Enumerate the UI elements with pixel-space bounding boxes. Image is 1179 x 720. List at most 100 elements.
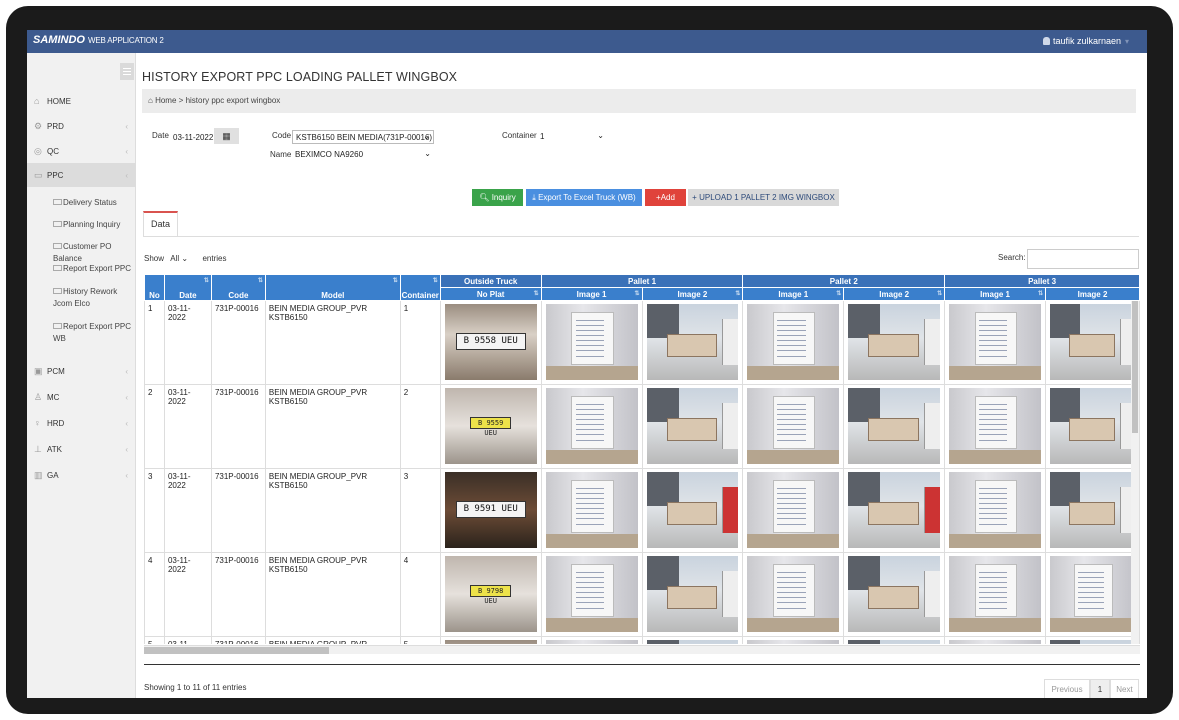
code-select[interactable]: KSTB6150 BEIN MEDIA(731P-00016) ⌄ [292,130,434,144]
col-model[interactable]: Model ⇅ [264,274,401,301]
menu-toggle-icon[interactable] [120,63,134,80]
date-input[interactable]: 03-11-2022 [170,131,214,145]
cell-pallet-photo[interactable] [843,384,946,469]
cell-pallet-photo[interactable] [540,300,643,385]
cell-plate-photo[interactable] [439,636,542,644]
tab-data[interactable]: Data [143,211,178,236]
entries-select[interactable]: All ⌄ [166,254,200,263]
cell-pallet-photo[interactable] [641,468,744,553]
cell-pallet-photo[interactable] [843,300,946,385]
brand-logo[interactable]: SAMINDO WEB APPLICATION 2 [33,34,164,46]
pallet-photo[interactable] [747,556,840,632]
pallet-photo[interactable] [646,304,739,380]
col-p1-image2[interactable]: Image 2 ⇅ [641,287,744,301]
col-p2-image2[interactable]: Image 2 ⇅ [843,287,946,301]
pallet-photo[interactable] [747,388,840,464]
name-select[interactable]: BEXIMCO NA9260 ⌄ [292,148,434,162]
pagination-page-1[interactable]: 1 [1090,679,1110,698]
sidebar-item-ppc[interactable]: ▭ PPC ‹ [27,163,136,187]
cell-pallet-photo[interactable] [540,384,643,469]
export-excel-button[interactable]: ⤓ Export To Excel Truck (WB) [526,189,642,206]
pallet-photo[interactable] [949,388,1042,464]
truck-plate-photo[interactable]: B 9558 UEU [444,304,537,380]
calendar-icon[interactable]: ▦ [214,128,239,144]
pallet-photo[interactable] [646,472,739,548]
cell-plate-photo[interactable]: B 9798 UEU [439,552,542,637]
pallet-photo[interactable] [646,640,739,644]
pallet-photo[interactable] [747,472,840,548]
cell-pallet-photo[interactable] [1045,300,1140,385]
truck-plate-photo[interactable] [444,640,537,644]
pallet-photo[interactable] [1050,388,1135,464]
cell-pallet-photo[interactable] [742,300,845,385]
cell-pallet-photo[interactable] [540,636,643,644]
col-p2-image1[interactable]: Image 1 ⇅ [742,287,845,301]
pallet-photo[interactable] [949,472,1042,548]
pallet-photo[interactable] [848,640,941,644]
pallet-photo[interactable] [949,640,1042,644]
cell-pallet-photo[interactable] [944,300,1047,385]
cell-pallet-photo[interactable] [641,552,744,637]
pallet-photo[interactable] [949,304,1042,380]
sidebar-sub-report-export-ppc-wb[interactable]: Report Export PPC WB [53,321,135,345]
pallet-photo[interactable] [747,640,840,644]
scroll-thumb[interactable] [1132,301,1138,433]
cell-pallet-photo[interactable] [641,300,744,385]
pallet-photo[interactable] [545,472,638,548]
cell-pallet-photo[interactable] [742,384,845,469]
pallet-photo[interactable] [545,304,638,380]
search-input[interactable] [1027,249,1139,269]
pallet-photo[interactable] [848,304,941,380]
sidebar-item-pcm[interactable]: ▣ PCM ‹ [27,360,136,382]
cell-pallet-photo[interactable] [843,636,946,644]
horizontal-scrollbar[interactable] [144,645,1140,654]
col-no-plat[interactable]: No Plat ⇅ [439,287,542,301]
pallet-photo[interactable] [545,640,638,644]
user-menu[interactable]: taufik zulkarnaen ▾ [1042,36,1129,46]
cell-pallet-photo[interactable] [742,552,845,637]
upload-wingbox-button[interactable]: + UPLOAD 1 PALLET 2 IMG WINGBOX [688,189,839,206]
sidebar-item-ga[interactable]: ▥ GA ‹ [27,464,136,486]
cell-pallet-photo[interactable] [540,552,643,637]
pallet-photo[interactable] [848,388,941,464]
cell-pallet-photo[interactable] [944,636,1047,644]
pallet-photo[interactable] [1050,556,1135,632]
cell-plate-photo[interactable]: B 9591 UEU [439,468,542,553]
cell-pallet-photo[interactable] [540,468,643,553]
pagination-next[interactable]: Next [1110,679,1139,698]
sidebar-item-qc[interactable]: ◎ QC ‹ [27,140,136,162]
cell-plate-photo[interactable]: B 9558 UEU [439,300,542,385]
cell-pallet-photo[interactable] [1045,384,1140,469]
inquiry-button[interactable]: 🔍︎ Inquiry [472,189,523,206]
pallet-photo[interactable] [848,556,941,632]
pallet-photo[interactable] [1050,304,1135,380]
cell-pallet-photo[interactable] [944,552,1047,637]
sidebar-item-prd[interactable]: ⚙ PRD ‹ [27,115,136,137]
pallet-photo[interactable] [545,556,638,632]
cell-pallet-photo[interactable] [843,552,946,637]
cell-pallet-photo[interactable] [944,468,1047,553]
pallet-photo[interactable] [646,388,739,464]
vertical-scrollbar[interactable] [1131,301,1139,644]
col-p3-image2[interactable]: Image 2 [1045,287,1140,301]
col-container[interactable]: Container ⇅ [399,274,441,301]
container-select[interactable]: 1 ⌄ [537,130,607,144]
breadcrumb-home[interactable]: Home [155,96,176,105]
col-code[interactable]: Code ⇅ [210,274,266,301]
cell-pallet-photo[interactable] [742,468,845,553]
col-date[interactable]: Date ⇅ [163,274,212,301]
sidebar-sub-delivery-status[interactable]: Delivery Status [53,197,135,209]
truck-plate-photo[interactable]: B 9591 UEU [444,472,537,548]
sidebar-item-home[interactable]: ⌂ HOME [27,90,136,112]
sidebar-sub-customer-po-balance[interactable]: Customer PO Balance [53,241,135,265]
col-p3-image1[interactable]: Image 1 ⇅ [944,287,1047,301]
col-no[interactable]: No [144,274,165,301]
cell-pallet-photo[interactable] [641,384,744,469]
add-button[interactable]: +Add [645,189,686,206]
truck-plate-photo[interactable]: B 9798 UEU [444,556,537,632]
sidebar-sub-planning-inquiry[interactable]: Planning Inquiry [53,219,135,231]
cell-pallet-photo[interactable] [742,636,845,644]
sidebar-sub-history-rework[interactable]: History Rework Jcom Elco [53,286,135,310]
cell-plate-photo[interactable]: B 9559 UEU [439,384,542,469]
cell-pallet-photo[interactable] [843,468,946,553]
